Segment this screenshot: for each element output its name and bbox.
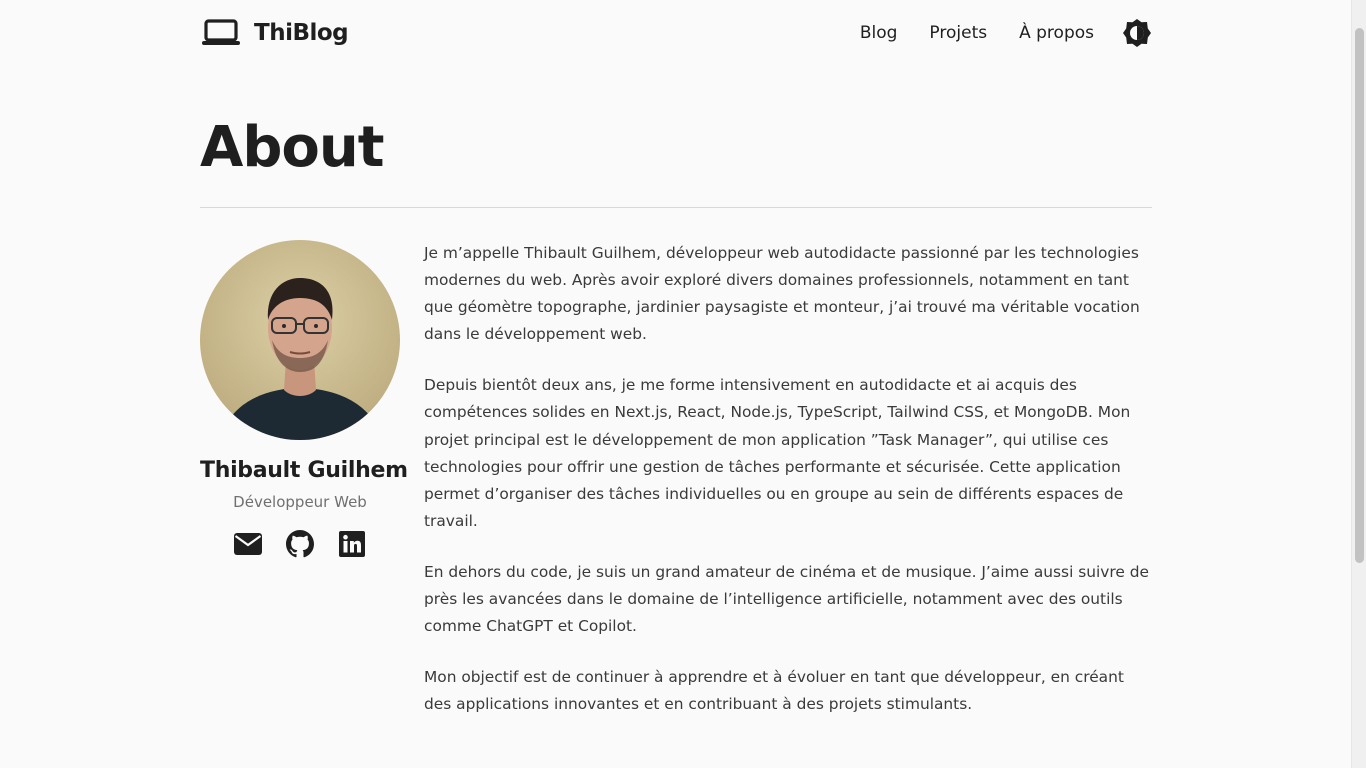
main-nav: Blog Projets À propos (860, 18, 1152, 48)
bio-text: Je m’appelle Thibault Guilhem, développe… (424, 240, 1154, 742)
content-container: ThiBlog Blog Projets À propos About Thib… (200, 0, 1152, 713)
page: ThiBlog Blog Projets À propos About Thib… (0, 0, 1351, 768)
email-icon (234, 533, 262, 555)
page-title: About (200, 115, 385, 180)
github-icon (286, 530, 314, 558)
vertical-scrollbar[interactable] (1351, 0, 1366, 768)
nav-link-a-propos[interactable]: À propos (1019, 23, 1094, 43)
profile-role: Développeur Web (233, 493, 367, 511)
site-header: ThiBlog Blog Projets À propos (200, 0, 1152, 66)
nav-link-projets[interactable]: Projets (929, 23, 987, 43)
linkedin-icon (339, 531, 365, 557)
brand-name: ThiBlog (254, 20, 349, 46)
bio-paragraph: Je m’appelle Thibault Guilhem, développe… (424, 244, 1140, 344)
theme-toggle-button[interactable] (1122, 18, 1152, 48)
title-divider (200, 207, 1152, 208)
brand-link[interactable]: ThiBlog (200, 18, 349, 48)
laptop-icon (200, 18, 242, 48)
scrollbar-thumb[interactable] (1355, 28, 1364, 563)
linkedin-link[interactable] (337, 529, 367, 559)
profile-name: Thibault Guilhem (200, 458, 408, 483)
bio-paragraph: Mon objectif est de continuer à apprendr… (424, 668, 1124, 714)
bio-paragraph: Depuis bientôt deux ans, je me forme int… (424, 376, 1131, 530)
bio-paragraph: En dehors du code, je suis un grand amat… (424, 562, 1149, 636)
theme-toggle-icon (1122, 18, 1152, 48)
social-links (200, 529, 400, 559)
github-link[interactable] (285, 529, 315, 559)
nav-link-blog[interactable]: Blog (860, 23, 898, 43)
email-link[interactable] (233, 529, 263, 559)
avatar (200, 240, 400, 440)
profile-card: Thibault Guilhem Développeur Web (200, 240, 408, 559)
